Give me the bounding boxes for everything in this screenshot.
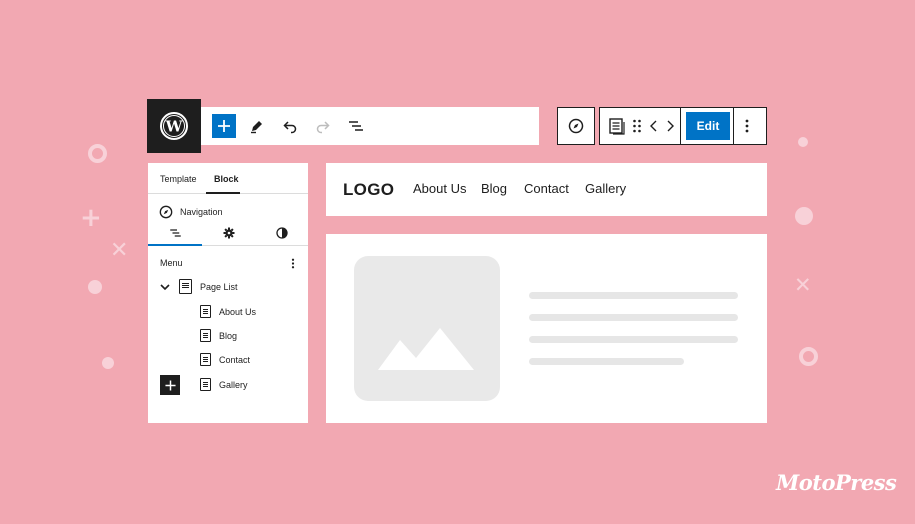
- tab-settings[interactable]: [223, 227, 235, 241]
- drag-handle[interactable]: [632, 119, 642, 138]
- block-card: Navigation: [159, 205, 223, 219]
- image-icon: [378, 328, 474, 370]
- chevron-down-icon: [160, 283, 170, 290]
- decor-dot-right-1: [798, 137, 808, 147]
- decor-ring-right: [799, 347, 818, 366]
- contrast-icon: [276, 227, 288, 239]
- add-menu-item-button[interactable]: [160, 375, 180, 395]
- tab-template[interactable]: Template: [160, 174, 197, 184]
- decor-x-right: ✕: [794, 273, 812, 297]
- list-item-label: Blog: [219, 330, 238, 341]
- decor-dot-left-2: [102, 357, 114, 369]
- decor-ring-left: [88, 144, 107, 163]
- list-item[interactable]: Contact: [200, 353, 250, 366]
- list-item[interactable]: Blog: [200, 329, 237, 342]
- list-item[interactable]: About Us: [200, 305, 256, 318]
- site-header-preview: LOGO About Us Blog Contact Gallery: [326, 163, 767, 216]
- compass-icon: [159, 205, 173, 219]
- move-arrows-button[interactable]: [649, 119, 675, 138]
- undo-icon: [283, 121, 297, 134]
- redo-button[interactable]: [311, 114, 335, 138]
- page-list-icon: [179, 279, 192, 294]
- decor-dot-left-1: [88, 280, 102, 294]
- navigation-block-button[interactable]: [557, 107, 595, 145]
- list-view-button[interactable]: [344, 114, 368, 138]
- tab-styles[interactable]: [276, 227, 288, 241]
- brand-logo: MotoPress: [776, 470, 897, 495]
- redo-icon: [316, 121, 330, 134]
- decor-dot-right-2: [795, 207, 813, 225]
- toolbar-divider: [733, 108, 734, 144]
- nav-link-gallery[interactable]: Gallery: [585, 181, 626, 196]
- nav-link-about-us[interactable]: About Us: [413, 181, 466, 196]
- block-name: Navigation: [180, 207, 223, 217]
- inspector-tabs: [148, 223, 308, 246]
- list-item-label: Contact: [219, 354, 251, 365]
- list-item[interactable]: Gallery: [200, 378, 248, 391]
- tab-list-view[interactable]: [169, 227, 182, 241]
- page-icon: [200, 353, 211, 366]
- svg-text:W: W: [165, 118, 184, 136]
- list-view-icon: [349, 121, 363, 131]
- nav-link-blog[interactable]: Blog: [481, 181, 507, 196]
- list-item-label: About Us: [219, 306, 257, 317]
- list-item-label: Page List: [200, 281, 238, 292]
- text-placeholder-line: [529, 292, 738, 299]
- toolbar-divider: [680, 108, 681, 144]
- list-item-page-list[interactable]: Page List: [160, 279, 238, 294]
- decor-plus-left: +: [80, 203, 102, 233]
- image-placeholder: [354, 256, 500, 401]
- page-icon: [200, 305, 211, 318]
- undo-button[interactable]: [278, 114, 302, 138]
- nav-link-contact[interactable]: Contact: [524, 181, 569, 196]
- edit-button[interactable]: Edit: [686, 112, 730, 140]
- sidebar-tabs: Template Block: [148, 163, 308, 194]
- page-list-block-button[interactable]: [608, 117, 626, 140]
- text-placeholder-line: [529, 358, 684, 365]
- pen-icon: [251, 121, 262, 134]
- more-vertical-icon: [745, 119, 749, 133]
- wordpress-logo[interactable]: W: [147, 99, 201, 153]
- page-icon: [200, 378, 211, 391]
- content-preview: [326, 234, 767, 423]
- list-view-icon: [170, 229, 181, 237]
- list-item-label: Gallery: [219, 379, 248, 390]
- wordpress-logo-icon: W: [160, 112, 188, 140]
- more-vertical-icon: [291, 258, 295, 269]
- text-placeholder-line: [529, 314, 738, 321]
- menu-options-button[interactable]: [290, 257, 296, 272]
- compass-icon: [568, 118, 584, 134]
- plus-icon: [164, 379, 176, 391]
- tab-block[interactable]: Block: [214, 174, 239, 184]
- plus-icon: [218, 120, 230, 132]
- editor-toolbar: [201, 107, 539, 145]
- more-options-button[interactable]: [743, 118, 751, 139]
- gear-icon: [223, 227, 235, 239]
- menu-heading: Menu: [160, 258, 183, 268]
- drag-handle-icon: [633, 119, 641, 133]
- decor-x-left: ✕: [110, 238, 129, 263]
- add-block-button[interactable]: [212, 114, 236, 138]
- active-tab-indicator: [206, 192, 240, 194]
- block-toolbar: Edit: [599, 107, 767, 145]
- tools-button[interactable]: [245, 114, 269, 138]
- site-logo[interactable]: LOGO: [343, 180, 394, 200]
- text-placeholder-line: [529, 336, 738, 343]
- menu-label: Menu: [160, 258, 183, 268]
- page-icon: [609, 118, 625, 135]
- move-arrows-icon: [650, 120, 674, 132]
- active-subtab-indicator: [148, 244, 202, 246]
- page-icon: [200, 329, 211, 342]
